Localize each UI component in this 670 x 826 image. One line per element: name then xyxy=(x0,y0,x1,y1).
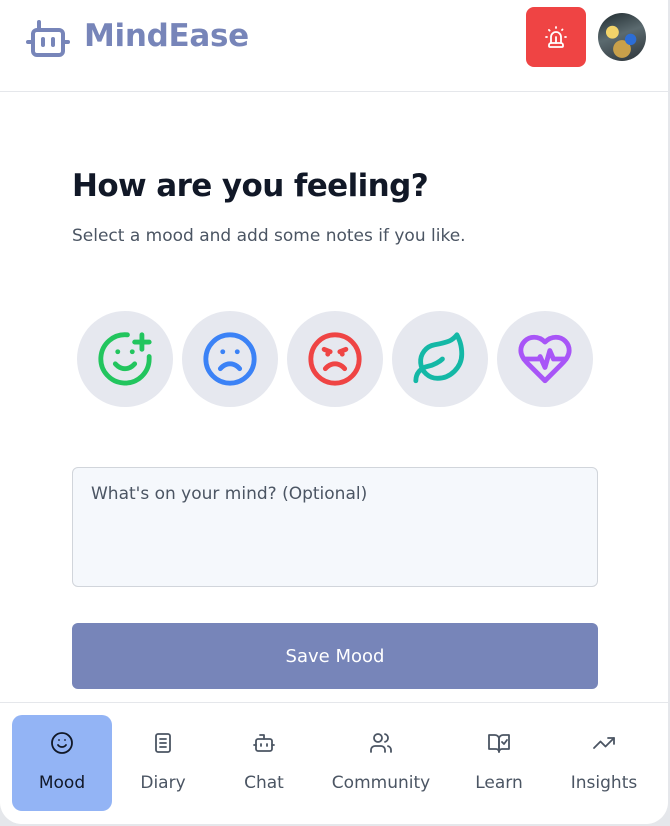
nav-label: Diary xyxy=(140,773,186,793)
nav-item-chat[interactable]: Chat xyxy=(224,715,304,811)
save-mood-button[interactable]: Save Mood xyxy=(72,623,598,689)
nav-label: Insights xyxy=(570,773,638,793)
smile-plus-icon xyxy=(98,332,152,386)
mood-option-loved[interactable] xyxy=(497,311,593,407)
page-title: How are you feeling? xyxy=(72,168,429,204)
mood-option-calm[interactable] xyxy=(392,311,488,407)
smile-icon xyxy=(51,732,73,754)
mood-option-sad[interactable] xyxy=(182,311,278,407)
nav-label: Community xyxy=(331,773,431,793)
nav-item-community[interactable]: Community xyxy=(326,715,436,811)
user-avatar[interactable] xyxy=(598,13,646,61)
emergency-alert-button[interactable] xyxy=(526,7,586,67)
trending-up-icon xyxy=(593,737,615,749)
top-header: MindEase xyxy=(0,0,668,92)
nav-item-insights[interactable]: Insights xyxy=(560,715,648,811)
mood-notes-input[interactable] xyxy=(72,467,598,587)
notebook-icon xyxy=(155,733,171,753)
page-subtitle: Select a mood and add some notes if you … xyxy=(72,226,466,246)
nav-label: Learn xyxy=(475,773,523,793)
bottom-nav: Mood Diary Chat Community Learn Insights xyxy=(0,702,668,824)
angry-icon xyxy=(308,332,362,386)
siren-icon xyxy=(545,26,567,48)
app-shell: MindEase How are you feeling? Select a m… xyxy=(0,0,668,824)
mood-option-happy[interactable] xyxy=(77,311,173,407)
nav-label: Chat xyxy=(244,773,284,793)
nav-item-mood[interactable]: Mood xyxy=(12,715,112,811)
users-icon xyxy=(370,733,392,753)
nav-item-learn[interactable]: Learn xyxy=(458,715,540,811)
nav-label: Mood xyxy=(38,773,86,793)
bot-logo-icon xyxy=(26,20,70,57)
frown-icon xyxy=(203,332,257,386)
book-check-icon xyxy=(488,734,510,753)
mood-option-angry[interactable] xyxy=(287,311,383,407)
nav-item-diary[interactable]: Diary xyxy=(122,715,204,811)
bot-icon xyxy=(253,734,275,752)
leaf-icon xyxy=(413,332,465,384)
heart-pulse-icon xyxy=(518,334,572,384)
app-brand-name[interactable]: MindEase xyxy=(84,18,249,54)
